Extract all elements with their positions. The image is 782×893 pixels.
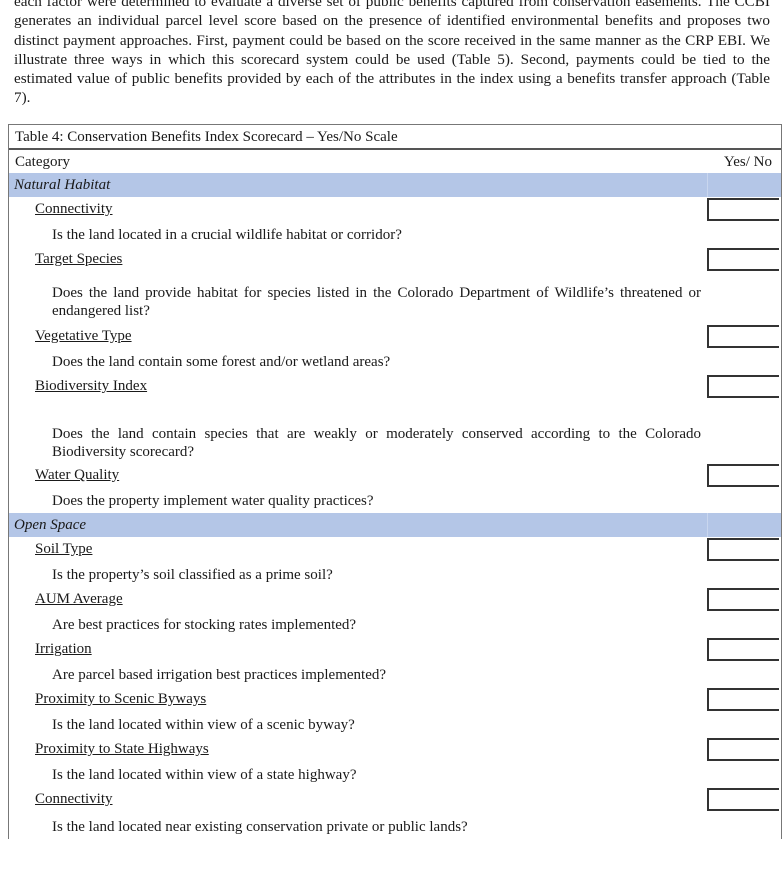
item-label: Proximity to Scenic Byways [35,691,207,707]
item-question: Is the property’s soil classified as a p… [52,567,333,583]
yes-no-answer-box[interactable] [707,375,779,398]
yes-no-answer-box[interactable] [707,198,779,221]
item-question: Does the land contain some forest and/or… [52,354,391,370]
item-target-species: Target Species [9,247,781,272]
item-question: Are best practices for stocking rates im… [52,617,357,633]
table-caption: Table 4: Conservation Benefits Index Sco… [9,125,781,150]
section-title: Open Space [14,517,87,533]
section-divider [707,173,708,197]
table-header-row: Category Yes/ No [9,150,781,173]
item-water-quality: Water Quality [9,463,781,488]
item-question: Is the land located near existing conser… [52,819,468,835]
header-category: Category [15,154,70,170]
item-label: Soil Type [35,541,93,557]
yes-no-answer-box[interactable] [707,325,779,348]
item-vegetative-type: Vegetative Type [9,324,781,349]
item-question: Is the land located within view of a sce… [52,717,355,733]
yes-no-answer-box[interactable] [707,588,779,611]
item-label: Biodiversity Index [35,378,148,394]
item-question: Is the land located within view of a sta… [52,767,357,783]
item-label: Proximity to State Highways [35,741,209,757]
item-connectivity: Connectivity [9,197,781,222]
item-biodiversity-index: Biodiversity Index [9,374,781,399]
item-irrigation: Irrigation [9,637,781,662]
item-question: Does the land provide habitat for specie… [52,285,701,319]
item-label: Water Quality [35,467,120,483]
item-soil-type: Soil Type [9,537,781,562]
yes-no-answer-box[interactable] [707,688,779,711]
yes-no-answer-box[interactable] [707,538,779,561]
item-label: Connectivity [35,791,113,807]
item-proximity-scenic-byways: Proximity to Scenic Byways [9,687,781,712]
yes-no-answer-box[interactable] [707,464,779,487]
item-label: Target Species [35,251,123,267]
item-aum-average: AUM Average [9,587,781,612]
item-proximity-state-highways: Proximity to State Highways [9,737,781,762]
item-question: Does the land contain species that are w… [52,426,701,460]
header-yes-no: Yes/ No [723,154,772,170]
item-label: AUM Average [35,591,123,607]
item-question: Is the land located in a crucial wildlif… [52,227,402,243]
item-label: Vegetative Type [35,328,132,344]
section-natural-habitat: Natural Habitat [9,173,781,197]
yes-no-answer-box[interactable] [707,738,779,761]
yes-no-answer-box[interactable] [707,788,779,811]
section-open-space: Open Space [9,513,781,537]
yes-no-answer-box[interactable] [707,638,779,661]
item-question: Are parcel based irrigation best practic… [52,667,387,683]
section-title: Natural Habitat [14,177,111,193]
section-divider [707,513,708,537]
item-label: Connectivity [35,201,113,217]
scorecard-table: Table 4: Conservation Benefits Index Sco… [8,124,782,839]
item-label: Irrigation [35,641,92,657]
item-question: Does the property implement water qualit… [52,493,374,509]
intro-paragraph: each factor were determined to evaluate … [14,0,770,107]
row-spacer [9,399,781,423]
yes-no-answer-box[interactable] [707,248,779,271]
item-connectivity-open-space: Connectivity [9,787,781,812]
